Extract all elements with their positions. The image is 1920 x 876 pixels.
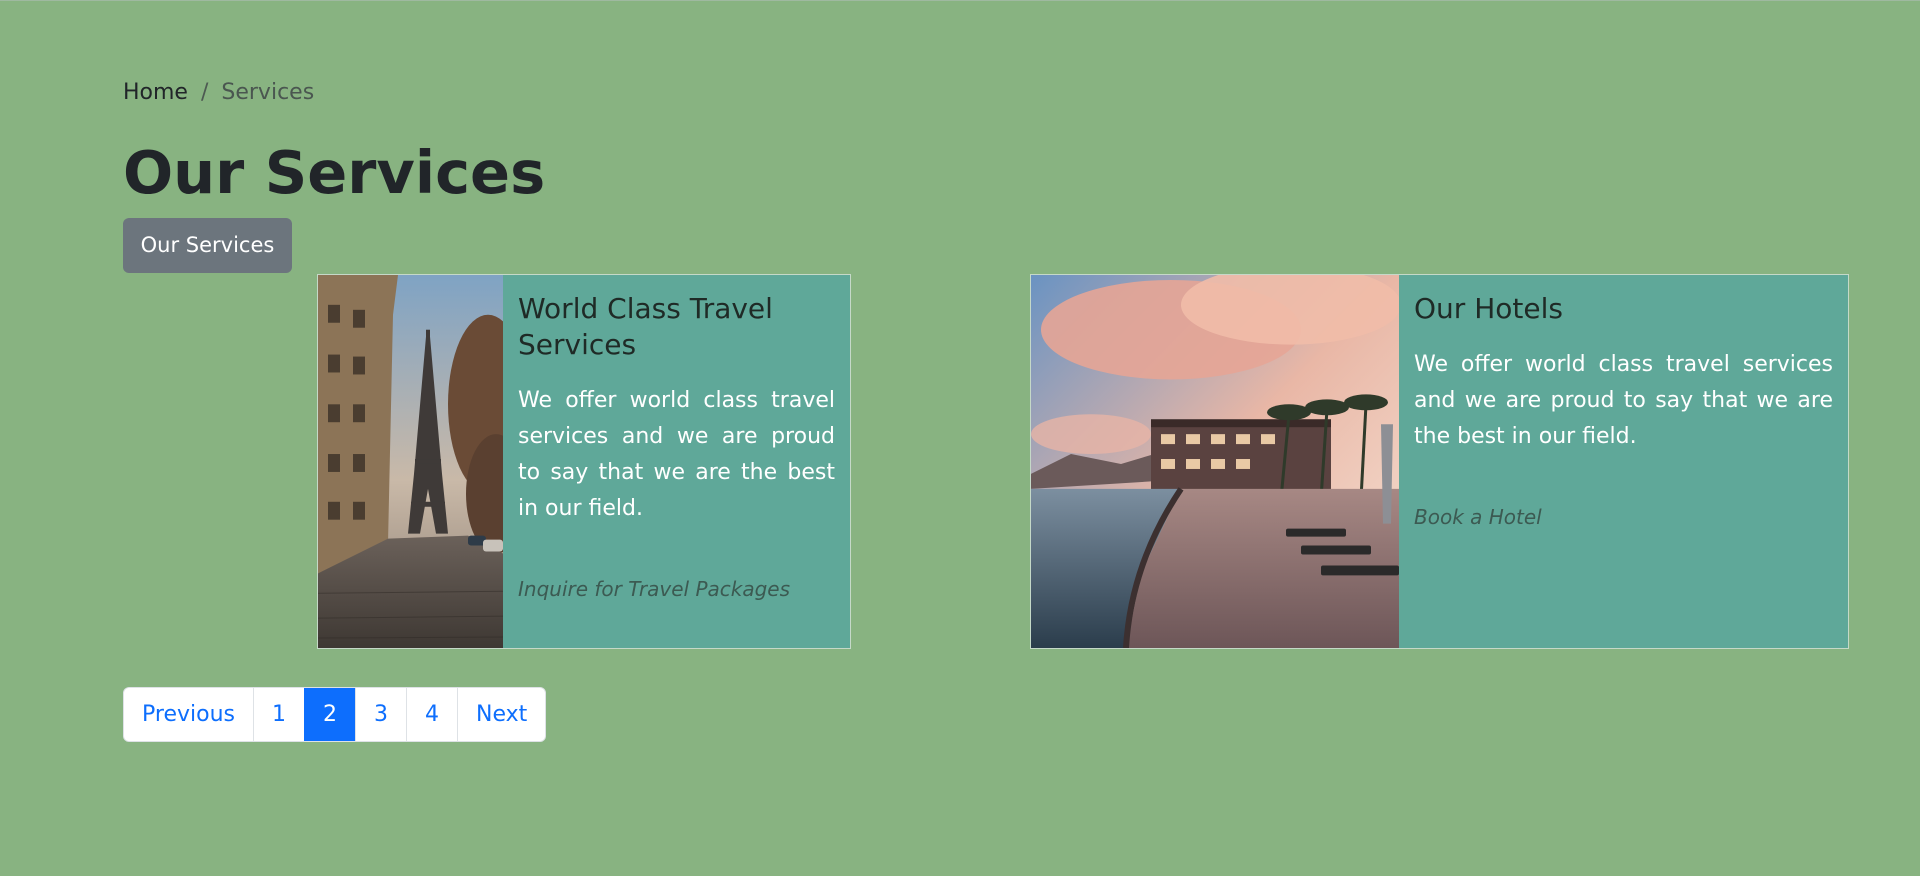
section-badge: Our Services	[123, 218, 292, 273]
page-title: Our Services	[123, 138, 546, 207]
pagination: Previous 1 2 3 4 Next	[123, 687, 547, 742]
pagination-page-4[interactable]: 4	[405, 688, 457, 741]
pagination-next[interactable]: Next	[456, 688, 545, 741]
breadcrumb: Home / Services	[123, 79, 314, 107]
card-body: World Class Travel Services We offer wor…	[503, 275, 850, 648]
breadcrumb-home-link[interactable]: Home	[123, 79, 188, 107]
eiffel-tower-image	[318, 275, 503, 648]
top-border	[0, 0, 1920, 1]
pagination-page-2-active[interactable]: 2	[303, 688, 355, 741]
pagination-page-1[interactable]: 1	[252, 688, 304, 741]
card-title: Our Hotels	[1414, 292, 1563, 325]
service-card-hotels: Our Hotels We offer world class travel s…	[1030, 274, 1849, 649]
pagination-previous[interactable]: Previous	[124, 688, 253, 741]
breadcrumb-separator: /	[200, 80, 209, 105]
card-text: We offer world class travel services and…	[1414, 352, 1833, 449]
card-body: Our Hotels We offer world class travel s…	[1399, 275, 1848, 648]
card-title: World Class Travel Services	[518, 292, 773, 361]
breadcrumb-current: Services	[221, 80, 315, 105]
service-card-travel: World Class Travel Services We offer wor…	[317, 274, 851, 649]
resort-hotel-image	[1031, 275, 1399, 648]
card-text: We offer world class travel services and…	[518, 388, 835, 521]
book-hotel-link[interactable]: Book a Hotel	[1414, 503, 1833, 531]
pagination-page-3[interactable]: 3	[354, 688, 406, 741]
inquire-travel-packages-link[interactable]: Inquire for Travel Packages	[518, 575, 835, 603]
